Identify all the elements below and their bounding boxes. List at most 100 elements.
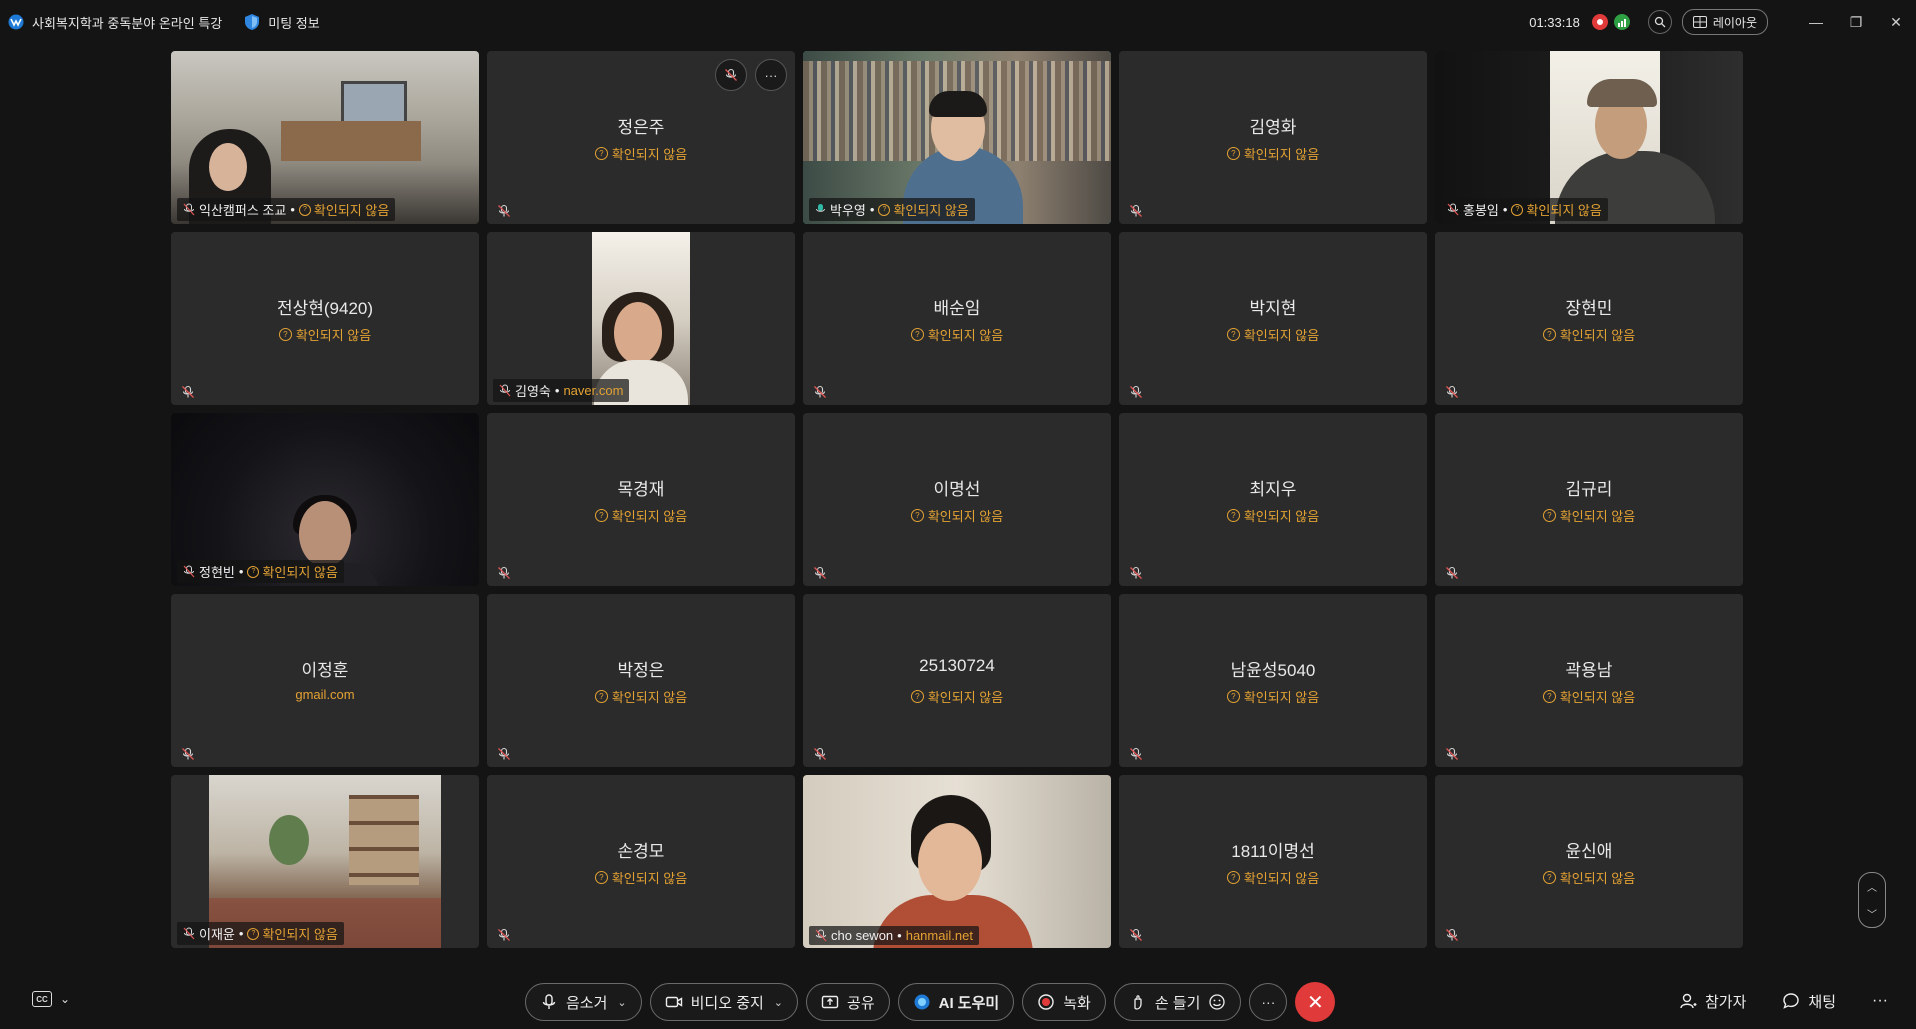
separator: • — [238, 564, 244, 579]
mic-off-icon — [1447, 203, 1459, 216]
mute-button[interactable]: 음소거 ⌄ — [525, 983, 642, 1021]
participant-name: 이정훈 — [301, 661, 349, 680]
mute-button-label: 음소거 — [566, 994, 608, 1012]
participant-name: 손경모 — [617, 842, 665, 861]
participant-status: ? 확인되지 않음 — [803, 506, 1111, 525]
zoom-magnifier-icon[interactable] — [1647, 10, 1672, 34]
participant-status: ? 확인되지 않음 — [171, 325, 479, 344]
participant-tile[interactable]: 정은주? 확인되지 않음 ··· — [487, 51, 795, 224]
participant-name: 김영숙 — [515, 384, 551, 399]
participant-tile[interactable]: 배순임? 확인되지 않음 — [803, 232, 1111, 405]
participant-name-label: 홍봉임 •? 확인되지 않음 — [1441, 198, 1608, 221]
participant-status-text: 확인되지 않음 — [611, 871, 688, 886]
participant-tile[interactable]: 이재윤 •? 확인되지 않음 — [171, 775, 479, 948]
participant-tile[interactable]: 이정훈 gmail.com — [171, 594, 479, 767]
participant-status-text: gmail.com — [295, 687, 355, 702]
participant-tile[interactable]: 1811이명선? 확인되지 않음 — [1119, 775, 1427, 948]
participant-tile[interactable]: 이명선 ? 확인되지 않음 — [803, 413, 1111, 586]
shield-icon[interactable] — [244, 13, 260, 31]
meeting-toolbar: CC ⌄ 음소거 ⌄ 비디오 중지 ⌄ 공유 AI 도우미 녹화 손 들기 ··… — [0, 975, 1916, 1029]
tile-more-button[interactable]: ··· — [755, 59, 787, 91]
participant-tile[interactable]: 박정은? 확인되지 않음 — [487, 594, 795, 767]
chevron-down-icon[interactable]: ⌄ — [617, 996, 626, 1009]
help-circle-icon: ? — [1226, 871, 1240, 884]
participant-tile[interactable]: 장현민? 확인되지 않음 — [1435, 232, 1743, 405]
participant-tile[interactable]: 박우영 •? 확인되지 않음 — [803, 51, 1111, 224]
chevron-up-icon[interactable]: ︿ — [1867, 879, 1877, 894]
chat-button[interactable]: 채팅 — [1782, 991, 1836, 1012]
mic-off-icon — [725, 68, 737, 81]
mic-off-icon — [814, 566, 826, 579]
stop-video-button[interactable]: 비디오 중지 ⌄ — [649, 983, 799, 1021]
stop-video-button-label: 비디오 중지 — [690, 994, 764, 1012]
participant-tile[interactable]: 곽용남? 확인되지 않음 — [1435, 594, 1743, 767]
participant-status-text: 확인되지 않음 — [262, 927, 338, 942]
meeting-info-link[interactable]: 미팅 정보 — [268, 13, 319, 32]
participant-name-label: 박우영 •? 확인되지 않음 — [809, 198, 975, 221]
participant-name: 25130724 — [919, 656, 995, 675]
participant-tile[interactable]: 박지현? 확인되지 않음 — [1119, 232, 1427, 405]
participant-tile[interactable]: 남윤성5040? 확인되지 않음 — [1119, 594, 1427, 767]
participant-name: 이명선 — [933, 480, 981, 499]
separator: • — [897, 928, 902, 943]
participant-name: 김규리 — [1565, 480, 1613, 499]
layout-button-label: 레이아웃 — [1712, 15, 1757, 30]
participant-tile[interactable]: 김영화? 확인되지 않음 — [1119, 51, 1427, 224]
network-health-icon[interactable] — [1613, 14, 1630, 30]
participant-tile[interactable]: 윤신애? 확인되지 않음 — [1435, 775, 1743, 948]
participant-tile[interactable]: 김영숙 • naver.com — [487, 232, 795, 405]
participant-tile[interactable]: 25130724 ? 확인되지 않음 — [803, 594, 1111, 767]
participant-status-text: 확인되지 않음 — [1559, 509, 1636, 524]
mic-off-icon — [1446, 928, 1458, 941]
participants-button[interactable]: 참가자 — [1679, 991, 1746, 1012]
participant-status-text: 확인되지 않음 — [927, 690, 1004, 705]
participant-name: 1811이명선 — [1231, 842, 1315, 861]
help-circle-icon: ? — [1226, 328, 1240, 341]
participant-status-text: 확인되지 않음 — [1559, 328, 1636, 343]
participants-button-label: 참가자 — [1705, 993, 1747, 1011]
participant-status-text: 확인되지 않음 — [611, 690, 688, 705]
mic-off-icon — [498, 747, 510, 760]
participant-status: ? 확인되지 않음 — [803, 687, 1111, 706]
help-circle-icon: ? — [594, 871, 608, 884]
participant-status: ? 확인되지 않음 — [487, 868, 795, 887]
participant-tile[interactable]: 홍봉임 •? 확인되지 않음 — [1435, 51, 1743, 224]
participant-tile[interactable]: 최지우? 확인되지 않음 — [1119, 413, 1427, 586]
help-circle-icon: ? — [1542, 328, 1556, 341]
ai-assistant-button[interactable]: AI 도우미 — [897, 983, 1015, 1021]
participant-tile[interactable]: cho sewon • hanmail.net — [803, 775, 1111, 948]
closed-captions-button[interactable]: CC ⌄ — [32, 991, 70, 1007]
raise-hand-button-label: 손 들기 — [1154, 994, 1201, 1012]
help-circle-icon: ? — [594, 690, 608, 703]
close-icon[interactable]: ✕ — [1876, 0, 1916, 44]
participant-tile[interactable]: 목경재? 확인되지 않음 — [487, 413, 795, 586]
participant-tile[interactable]: 익산캠퍼스 조교 •? 확인되지 않음 — [171, 51, 479, 224]
chevron-down-icon[interactable]: ⌄ — [774, 996, 783, 1009]
reactions-icon[interactable] — [1208, 993, 1226, 1011]
participant-status: ? 확인되지 않음 — [487, 144, 795, 163]
chevron-down-icon[interactable]: ﹀ — [1867, 906, 1877, 921]
participant-tile[interactable]: 손경모? 확인되지 않음 — [487, 775, 795, 948]
participant-status: gmail.com — [171, 687, 479, 702]
more-options-button[interactable]: ··· — [1249, 983, 1288, 1021]
help-circle-icon: ? — [1542, 871, 1556, 884]
overflow-menu-button[interactable]: ··· — [1872, 992, 1888, 1010]
recording-indicator-icon[interactable] — [1591, 14, 1608, 30]
mute-participant-button[interactable] — [715, 59, 747, 91]
participant-name: 목경재 — [617, 480, 665, 499]
participant-status: ? 확인되지 않음 — [1511, 200, 1602, 219]
participant-tile[interactable]: 김규리? 확인되지 않음 — [1435, 413, 1743, 586]
participant-tile[interactable]: 정현빈 •? 확인되지 않음 — [171, 413, 479, 586]
leave-meeting-button[interactable]: ✕ — [1295, 982, 1336, 1022]
participant-name-label: 정현빈 •? 확인되지 않음 — [177, 560, 344, 583]
record-button[interactable]: 녹화 — [1022, 983, 1106, 1021]
grid-scroll-control[interactable]: ︿ ﹀ — [1858, 872, 1886, 928]
raise-hand-button[interactable]: 손 들기 — [1113, 983, 1242, 1021]
help-circle-icon: ? — [1511, 203, 1524, 216]
webex-logo-icon — [8, 14, 24, 30]
share-button[interactable]: 공유 — [806, 983, 890, 1021]
restore-icon[interactable]: ❐ — [1836, 0, 1876, 44]
participant-tile[interactable]: 전상현(9420)? 확인되지 않음 — [171, 232, 479, 405]
minimize-icon[interactable]: — — [1796, 0, 1836, 44]
layout-button[interactable]: 레이아웃 — [1681, 9, 1768, 35]
